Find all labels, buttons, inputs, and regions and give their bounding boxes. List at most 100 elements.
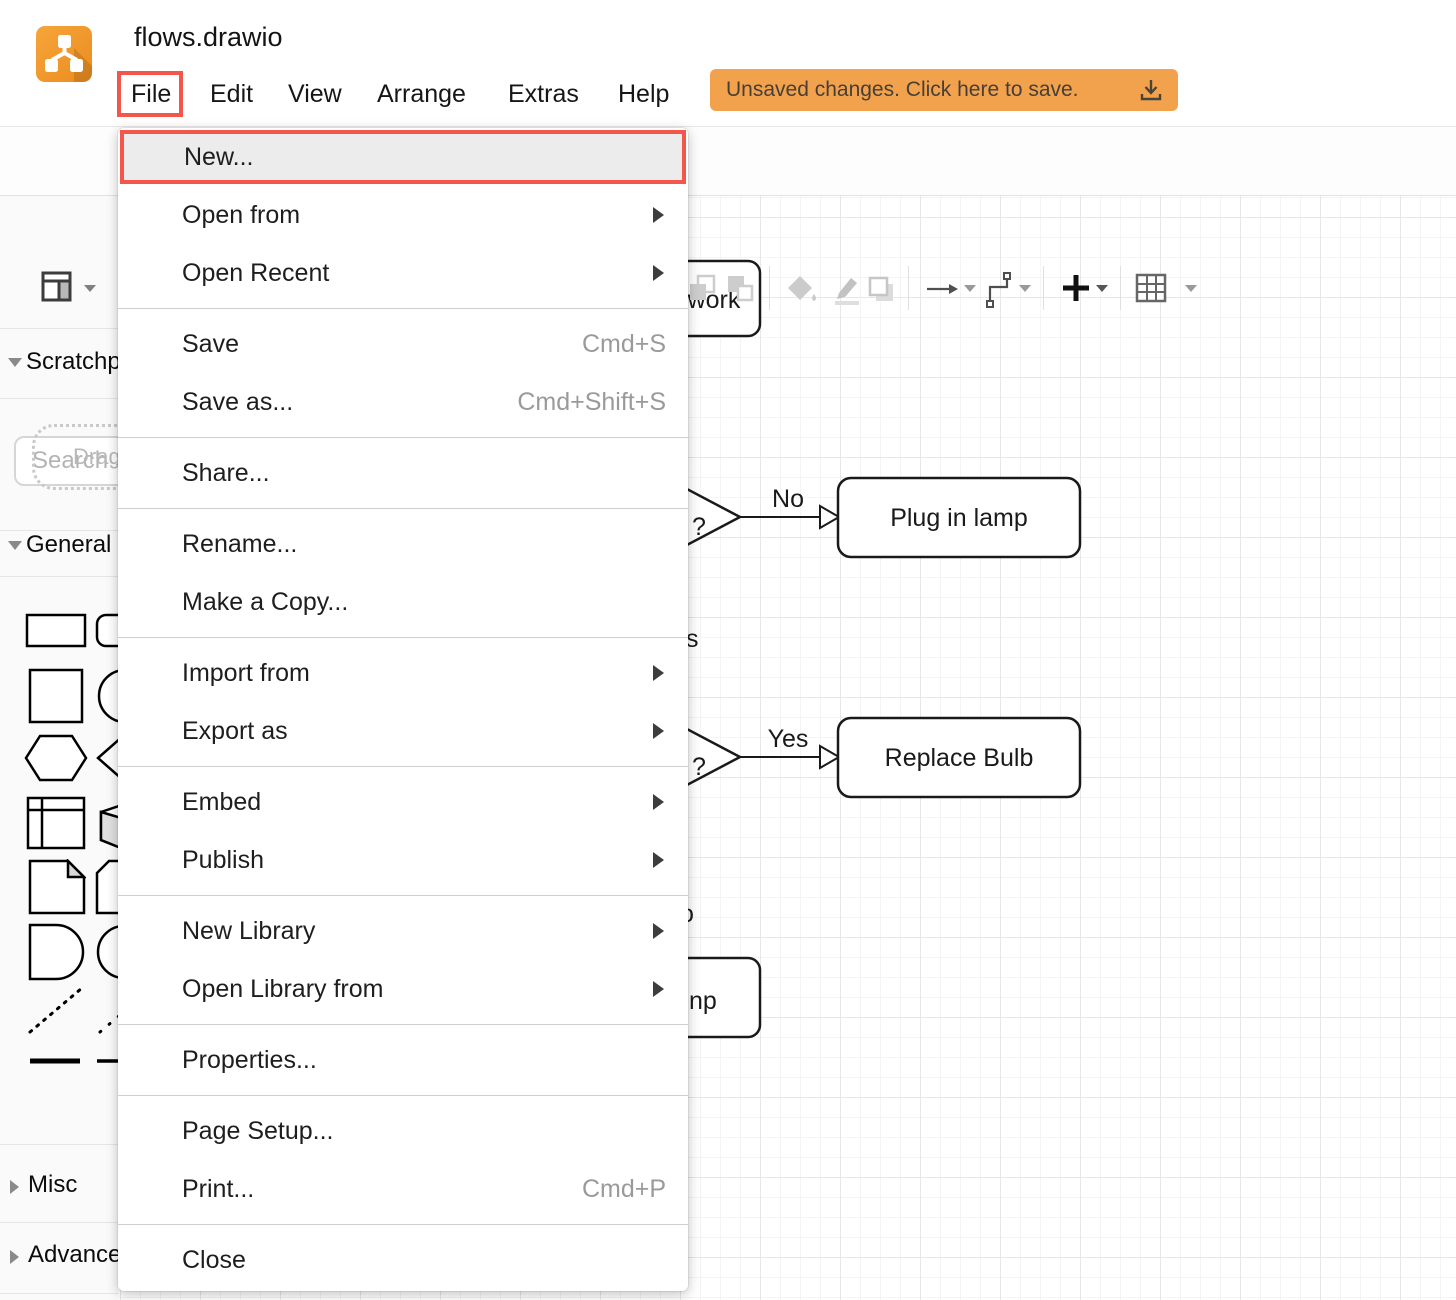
chevron-down-icon — [8, 541, 22, 550]
chevron-down-icon[interactable] — [84, 285, 96, 292]
menu-item-export-as[interactable]: Export as — [118, 702, 688, 760]
menu-separator — [118, 760, 688, 773]
menu-item-label: Embed — [182, 788, 653, 817]
file-menu: New...Open fromOpen RecentSaveCmd+SSave … — [118, 128, 688, 1291]
shape-internal-storage[interactable] — [26, 796, 86, 850]
menu-item-new-library[interactable]: New Library — [118, 902, 688, 960]
chevron-down-icon[interactable] — [964, 285, 976, 292]
menu-item-import-from[interactable]: Import from — [118, 644, 688, 702]
menu-item-label: Page Setup... — [182, 1117, 666, 1146]
menu-item-label: Save as... — [182, 388, 517, 417]
menu-item-label: Open Recent — [182, 259, 653, 288]
menu-item-label: New... — [184, 143, 660, 172]
section-general[interactable]: General — [26, 531, 111, 559]
shadow-icon[interactable] — [866, 274, 898, 306]
document-title: flows.drawio — [134, 22, 283, 53]
menu-item-label: Close — [182, 1246, 666, 1275]
section-misc[interactable]: Misc — [28, 1171, 77, 1199]
shape-rounded-rectangle[interactable] — [95, 613, 118, 648]
download-icon — [1138, 77, 1164, 103]
menu-separator — [118, 1218, 688, 1231]
shape-note[interactable] — [28, 859, 86, 915]
shape-thin-line[interactable] — [95, 1054, 118, 1068]
line-color-icon[interactable] — [830, 274, 862, 306]
menu-separator — [118, 302, 688, 315]
shape-or[interactable] — [95, 923, 118, 981]
menu-help[interactable]: Help — [618, 80, 669, 109]
submenu-arrow-icon — [653, 207, 664, 223]
menu-separator — [118, 502, 688, 515]
chevron-down-icon[interactable] — [1096, 285, 1108, 292]
fill-color-icon[interactable] — [786, 274, 818, 306]
section-advanced[interactable]: Advanced — [28, 1241, 118, 1269]
menu-item-page-setup[interactable]: Page Setup... — [118, 1102, 688, 1160]
menu-item-label: Open Library from — [182, 975, 653, 1004]
section-scratchpad[interactable]: Scratchpad — [26, 348, 118, 376]
menu-item-label: Make a Copy... — [182, 588, 666, 617]
shape-solid-line[interactable] — [28, 1054, 84, 1068]
submenu-arrow-icon — [653, 794, 664, 810]
menu-item-save[interactable]: SaveCmd+S — [118, 315, 688, 373]
menu-item-properties[interactable]: Properties... — [118, 1031, 688, 1089]
shape-diamond[interactable] — [96, 734, 118, 782]
divider — [0, 1222, 118, 1223]
menu-item-share[interactable]: Share... — [118, 444, 688, 502]
menu-edit[interactable]: Edit — [210, 80, 253, 109]
menu-item-new[interactable]: New... — [120, 130, 686, 184]
menu-item-rename[interactable]: Rename... — [118, 515, 688, 573]
chevron-down-icon[interactable] — [1185, 285, 1197, 292]
menu-item-print[interactable]: Print...Cmd+P — [118, 1160, 688, 1218]
shape-dotted-line[interactable] — [98, 984, 118, 1036]
menu-item-save-as[interactable]: Save as...Cmd+Shift+S — [118, 373, 688, 431]
menu-item-shortcut: Cmd+Shift+S — [517, 388, 666, 417]
shape-dashed-line[interactable] — [28, 984, 86, 1036]
menu-item-embed[interactable]: Embed — [118, 773, 688, 831]
divider — [769, 266, 770, 310]
menu-item-open-recent[interactable]: Open Recent — [118, 244, 688, 302]
menu-item-open-from[interactable]: Open from — [118, 186, 688, 244]
shapes-sidebar: Scratchpad Drag elements here General — [0, 196, 118, 1300]
submenu-arrow-icon — [653, 923, 664, 939]
divider — [1043, 266, 1044, 310]
submenu-arrow-icon — [653, 981, 664, 997]
connection-arrow-icon[interactable] — [925, 277, 959, 301]
menu-file[interactable]: File — [131, 80, 171, 109]
to-back-icon[interactable] — [726, 274, 756, 304]
scratchpad-drop-area[interactable]: Drag elements here — [32, 424, 118, 490]
chevron-down-icon[interactable] — [1019, 285, 1031, 292]
menu-item-make-a-copy[interactable]: Make a Copy... — [118, 573, 688, 631]
menu-item-label: Share... — [182, 459, 666, 488]
view-panels-icon[interactable] — [40, 270, 74, 304]
divider — [0, 328, 118, 329]
menu-item-publish[interactable]: Publish — [118, 831, 688, 889]
shape-rectangle[interactable] — [25, 613, 87, 648]
drawio-logo-icon — [36, 26, 92, 82]
unsaved-changes-banner[interactable]: Unsaved changes. Click here to save. — [710, 69, 1178, 111]
waypoints-icon[interactable] — [985, 271, 1015, 309]
menu-item-label: Properties... — [182, 1046, 666, 1075]
menu-separator — [118, 1018, 688, 1031]
submenu-arrow-icon — [653, 265, 664, 281]
menu-item-close[interactable]: Close — [118, 1231, 688, 1289]
menu-arrange[interactable]: Arrange — [377, 80, 466, 109]
divider — [0, 1293, 118, 1294]
menu-item-label: Print... — [182, 1175, 582, 1204]
shape-circle[interactable] — [95, 668, 118, 724]
menu-item-shortcut: Cmd+S — [582, 330, 666, 359]
menu-item-shortcut: Cmd+P — [582, 1175, 666, 1204]
chevron-down-icon — [8, 358, 22, 367]
to-front-icon[interactable] — [688, 274, 718, 304]
table-grid-icon[interactable] — [1135, 273, 1167, 303]
shape-square[interactable] — [28, 668, 84, 724]
menu-item-open-library-from[interactable]: Open Library from — [118, 960, 688, 1018]
insert-plus-icon[interactable] — [1061, 273, 1091, 303]
unsaved-changes-label: Unsaved changes. Click here to save. — [726, 78, 1138, 102]
shape-delay[interactable] — [28, 923, 88, 981]
shape-card[interactable] — [95, 859, 118, 915]
menu-item-label: Rename... — [182, 530, 666, 559]
shape-cube[interactable] — [95, 796, 118, 850]
menu-view[interactable]: View — [288, 80, 342, 109]
menu-extras[interactable]: Extras — [508, 80, 579, 109]
menu-item-label: Export as — [182, 717, 653, 746]
shape-hexagon[interactable] — [24, 734, 88, 782]
